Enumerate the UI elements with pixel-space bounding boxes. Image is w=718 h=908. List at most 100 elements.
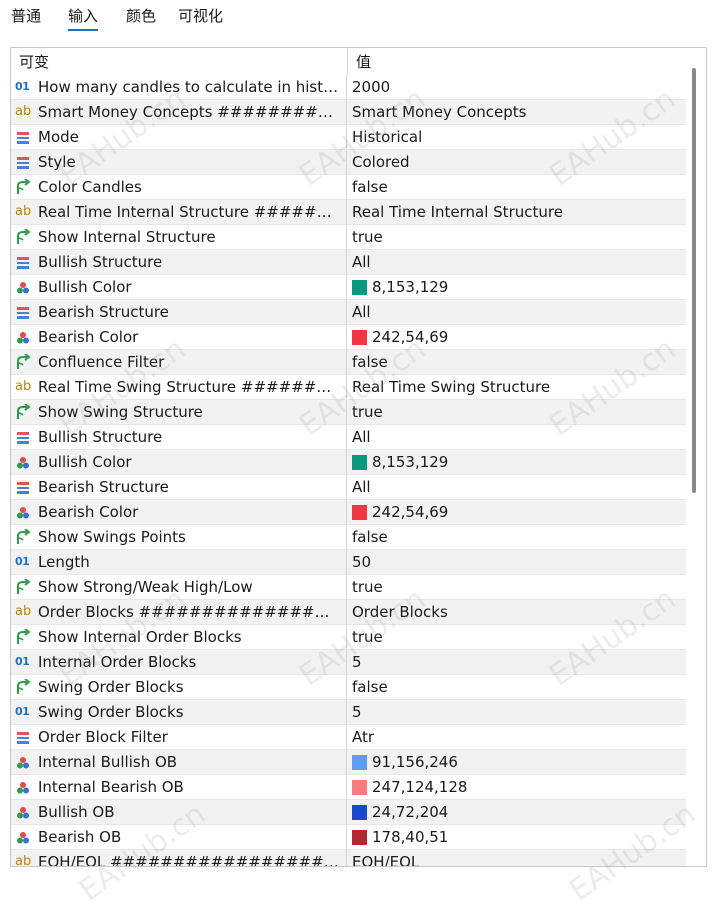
value-cell[interactable]: 242,54,69 <box>348 325 686 349</box>
table-row[interactable]: Confluence Filter false <box>11 350 686 375</box>
table-row[interactable]: Show Internal Structure true <box>11 225 686 250</box>
value-cell[interactable]: All <box>348 475 686 499</box>
table-row[interactable]: Swing Order Blocks false <box>11 675 686 700</box>
value-cell[interactable]: false <box>348 175 686 199</box>
color-swatch[interactable] <box>352 805 367 820</box>
value-cell[interactable]: false <box>348 675 686 699</box>
color-swatch[interactable] <box>352 780 367 795</box>
value-cell[interactable]: true <box>348 225 686 249</box>
value-cell[interactable]: 178,40,51 <box>348 825 686 849</box>
table-row[interactable]: Internal Bullish OB 91,156,246 <box>11 750 686 775</box>
value-cell[interactable]: All <box>348 300 686 324</box>
table-row[interactable]: Internal Bearish OB 247,124,128 <box>11 775 686 800</box>
variable-cell[interactable]: Internal Bullish OB <box>11 750 347 774</box>
variable-cell[interactable]: ab Real Time Internal Structure #########… <box>11 200 347 224</box>
color-swatch[interactable] <box>352 455 367 470</box>
color-swatch[interactable] <box>352 280 367 295</box>
column-header-value[interactable]: 值 <box>356 52 371 72</box>
variable-cell[interactable]: Order Block Filter <box>11 725 347 749</box>
table-row[interactable]: Show Internal Order Blocks true <box>11 625 686 650</box>
variable-cell[interactable]: ab EQH/EQL ########################## <box>11 850 347 866</box>
table-row[interactable]: Bullish OB 24,72,204 <box>11 800 686 825</box>
variable-cell[interactable]: Show Swing Structure <box>11 400 347 424</box>
variable-cell[interactable]: Bearish Color <box>11 500 347 524</box>
table-row[interactable]: Style Colored <box>11 150 686 175</box>
value-cell[interactable]: All <box>348 250 686 274</box>
variable-cell[interactable]: Bearish Color <box>11 325 347 349</box>
variable-cell[interactable]: ab Real Time Swing Structure ############… <box>11 375 347 399</box>
table-row[interactable]: ab Smart Money Concepts #################… <box>11 100 686 125</box>
column-divider[interactable] <box>347 48 348 75</box>
value-cell[interactable]: Atr <box>348 725 686 749</box>
variable-cell[interactable]: Bullish Structure <box>11 250 347 274</box>
variable-cell[interactable]: Confluence Filter <box>11 350 347 374</box>
variable-cell[interactable]: Bearish OB <box>11 825 347 849</box>
table-row[interactable]: Bearish Color 242,54,69 <box>11 325 686 350</box>
variable-cell[interactable]: Show Internal Order Blocks <box>11 625 347 649</box>
color-swatch[interactable] <box>352 830 367 845</box>
value-cell[interactable]: 5 <box>348 650 686 674</box>
variable-cell[interactable]: 01 Length <box>11 550 347 574</box>
table-row[interactable]: Show Strong/Weak High/Low true <box>11 575 686 600</box>
column-header-variable[interactable]: 可变 <box>19 52 49 72</box>
table-row[interactable]: Mode Historical <box>11 125 686 150</box>
table-row[interactable]: 01 Internal Order Blocks 5 <box>11 650 686 675</box>
value-cell[interactable]: 5 <box>348 700 686 724</box>
variable-cell[interactable]: Bearish Structure <box>11 475 347 499</box>
variable-cell[interactable]: ab Smart Money Concepts #################… <box>11 100 347 124</box>
variable-cell[interactable]: ab Order Blocks #########################… <box>11 600 347 624</box>
value-cell[interactable]: Colored <box>348 150 686 174</box>
value-cell[interactable]: 24,72,204 <box>348 800 686 824</box>
table-row[interactable]: Bullish Color 8,153,129 <box>11 450 686 475</box>
table-row[interactable]: Show Swings Points false <box>11 525 686 550</box>
color-swatch[interactable] <box>352 505 367 520</box>
table-row[interactable]: Bullish Color 8,153,129 <box>11 275 686 300</box>
variable-cell[interactable]: Color Candles <box>11 175 347 199</box>
value-cell[interactable]: Order Blocks <box>348 600 686 624</box>
variable-cell[interactable]: Mode <box>11 125 347 149</box>
variable-cell[interactable]: Show Internal Structure <box>11 225 347 249</box>
tab-inputs[interactable]: 输入 <box>68 6 99 31</box>
value-cell[interactable]: 50 <box>348 550 686 574</box>
variable-cell[interactable]: Style <box>11 150 347 174</box>
color-swatch[interactable] <box>352 755 367 770</box>
value-cell[interactable]: Real Time Internal Structure <box>348 200 686 224</box>
tab-general[interactable]: 普通 <box>11 6 41 26</box>
table-row[interactable]: Bearish Structure All <box>11 475 686 500</box>
variable-cell[interactable]: 01 Internal Order Blocks <box>11 650 347 674</box>
variable-cell[interactable]: Show Strong/Weak High/Low <box>11 575 347 599</box>
value-cell[interactable]: 2000 <box>348 75 686 99</box>
value-cell[interactable]: true <box>348 625 686 649</box>
table-row[interactable]: Color Candles false <box>11 175 686 200</box>
value-cell[interactable]: 8,153,129 <box>348 275 686 299</box>
table-row[interactable]: ab EQH/EQL ########################## EQH/… <box>11 850 686 866</box>
variable-cell[interactable]: Show Swings Points <box>11 525 347 549</box>
variable-cell[interactable]: Bullish OB <box>11 800 347 824</box>
table-row[interactable]: ab Real Time Swing Structure ############… <box>11 375 686 400</box>
value-cell[interactable]: Smart Money Concepts <box>348 100 686 124</box>
table-row[interactable]: Bearish Color 242,54,69 <box>11 500 686 525</box>
tab-colors[interactable]: 颜色 <box>126 6 156 26</box>
value-cell[interactable]: 247,124,128 <box>348 775 686 799</box>
table-row[interactable]: ab Real Time Internal Structure #########… <box>11 200 686 225</box>
table-row[interactable]: Bearish OB 178,40,51 <box>11 825 686 850</box>
value-cell[interactable]: Historical <box>348 125 686 149</box>
variable-cell[interactable]: Swing Order Blocks <box>11 675 347 699</box>
variable-cell[interactable]: 01 How many candles to calculate in histo… <box>11 75 347 99</box>
variable-cell[interactable]: Bullish Color <box>11 275 347 299</box>
table-row[interactable]: Show Swing Structure true <box>11 400 686 425</box>
value-cell[interactable]: 242,54,69 <box>348 500 686 524</box>
color-swatch[interactable] <box>352 330 367 345</box>
value-cell[interactable]: EQH/EQL <box>348 850 686 866</box>
variable-cell[interactable]: 01 Swing Order Blocks <box>11 700 347 724</box>
value-cell[interactable]: true <box>348 575 686 599</box>
variable-cell[interactable]: Bullish Structure <box>11 425 347 449</box>
vertical-scrollbar[interactable] <box>692 68 696 493</box>
value-cell[interactable]: Real Time Swing Structure <box>348 375 686 399</box>
variable-cell[interactable]: Bearish Structure <box>11 300 347 324</box>
table-row[interactable]: Bullish Structure All <box>11 425 686 450</box>
table-row[interactable]: 01 Length 50 <box>11 550 686 575</box>
variable-cell[interactable]: Bullish Color <box>11 450 347 474</box>
table-row[interactable]: Order Block Filter Atr <box>11 725 686 750</box>
value-cell[interactable]: true <box>348 400 686 424</box>
